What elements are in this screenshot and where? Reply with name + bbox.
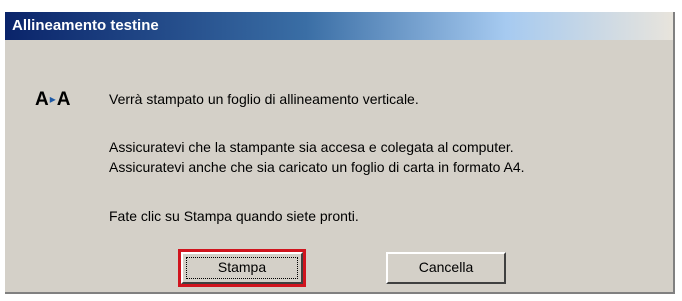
alignment-icon-letter-left: A [35, 89, 49, 110]
title-bar: Allineamento testine [5, 12, 673, 40]
arrow-right-icon: ▸ [49, 92, 56, 106]
cancel-button-label: Cancella [418, 259, 474, 275]
message-line-1: Verrà stampato un foglio di allineamento… [109, 91, 419, 107]
alignment-dialog: Allineamento testine A▸A Verrà stampato … [5, 12, 675, 294]
alignment-icon: A▸A [35, 89, 71, 111]
cancel-button[interactable]: Cancella [386, 252, 506, 284]
print-button-label: Stampa [217, 259, 267, 275]
message-line-4: Fate clic su Stampa quando siete pronti. [109, 208, 359, 224]
message-line-3: Assicuratevi anche che sia caricato un f… [109, 159, 525, 175]
print-button[interactable]: Stampa [181, 252, 303, 284]
alignment-icon-letter-right: A [56, 89, 71, 110]
dialog-title: Allineamento testine [12, 17, 159, 34]
message-line-2: Assicuratevi che la stampante sia accesa… [109, 139, 514, 155]
